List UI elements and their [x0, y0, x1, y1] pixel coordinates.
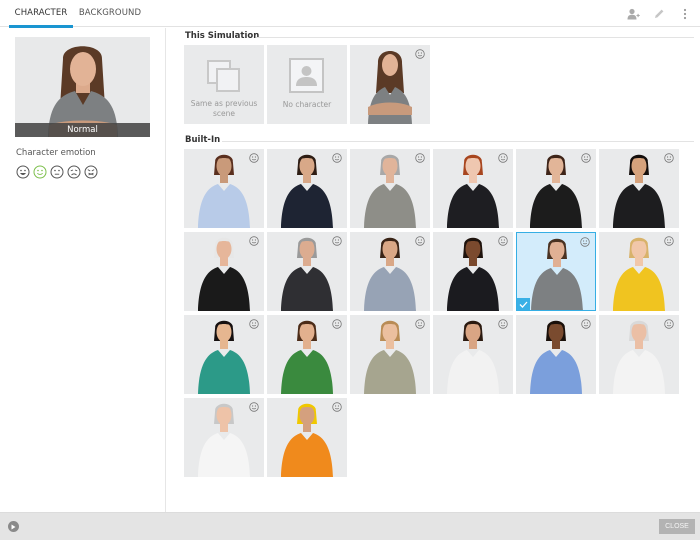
emotion-badge-icon: [415, 319, 425, 329]
character-card[interactable]: [516, 149, 596, 228]
character-card[interactable]: [433, 315, 513, 394]
character-picker-dialog: CHARACTER BACKGROUND Normal Character em…: [0, 0, 700, 540]
character-card[interactable]: [184, 315, 264, 394]
emotion-badge-icon: [249, 402, 259, 412]
character-card[interactable]: [184, 232, 264, 311]
character-card[interactable]: [599, 149, 679, 228]
same-as-previous-scene-card[interactable]: Same as previous scene: [184, 45, 264, 124]
emotion-badge-icon: [415, 236, 425, 246]
character-emotion-label: Character emotion: [16, 148, 96, 158]
emotion-badge-icon: [581, 153, 591, 163]
character-preview-image: [48, 46, 118, 137]
character-card[interactable]: [267, 149, 347, 228]
character-card[interactable]: [599, 315, 679, 394]
character-card[interactable]: [350, 232, 430, 311]
emotion-badge-icon: [580, 237, 590, 247]
emotion-angry-icon[interactable]: [84, 165, 98, 179]
emotion-badge-icon: [498, 236, 508, 246]
emotion-happy-icon[interactable]: [16, 165, 30, 179]
close-button[interactable]: CLOSE: [659, 519, 695, 534]
character-card[interactable]: [267, 398, 347, 477]
left-panel: Normal Character emotion: [0, 28, 166, 512]
no-character-icon: [289, 58, 324, 93]
character-card[interactable]: [516, 315, 596, 394]
current-character-card[interactable]: [350, 45, 430, 124]
emotion-badge-icon: [332, 153, 342, 163]
character-card[interactable]: [433, 232, 513, 311]
play-preview-button[interactable]: [8, 521, 19, 532]
same-as-previous-label: Same as previous scene: [190, 99, 258, 118]
emotion-badge-icon: [415, 153, 425, 163]
emotion-badge-icon: [664, 319, 674, 329]
character-card[interactable]: [184, 149, 264, 228]
emotion-content-icon[interactable]: [33, 165, 47, 179]
character-card[interactable]: [184, 398, 264, 477]
character-card[interactable]: [433, 149, 513, 228]
character-card[interactable]: [350, 315, 430, 394]
character-card[interactable]: [516, 232, 596, 311]
emotion-badge-icon: [664, 153, 674, 163]
character-card[interactable]: [267, 315, 347, 394]
emotion-badge-icon: [332, 402, 342, 412]
tab-background[interactable]: BACKGROUND: [78, 0, 142, 27]
character-preview: Normal: [15, 37, 150, 137]
emotion-concerned-icon[interactable]: [67, 165, 81, 179]
emotion-badge-icon: [249, 236, 259, 246]
tab-character[interactable]: CHARACTER: [9, 0, 73, 28]
section-divider: [256, 37, 694, 38]
character-card[interactable]: [267, 232, 347, 311]
section-divider: [222, 141, 694, 142]
emotion-badge-icon: [249, 153, 259, 163]
top-tab-bar: CHARACTER BACKGROUND: [0, 0, 700, 28]
no-character-card[interactable]: No character: [267, 45, 347, 124]
character-card[interactable]: [350, 149, 430, 228]
more-vertical-icon[interactable]: [678, 7, 692, 21]
emotion-badge-icon: [332, 319, 342, 329]
emotion-badge-icon: [581, 319, 591, 329]
no-character-label: No character: [282, 100, 332, 109]
emotion-badge-icon: [249, 319, 259, 329]
emotion-badge-icon: [332, 236, 342, 246]
edit-pencil-icon[interactable]: [652, 7, 666, 21]
emotion-badge-icon: [415, 49, 425, 59]
built-in-heading: Built-In: [185, 135, 221, 145]
emotion-neutral-icon[interactable]: [50, 165, 64, 179]
bottom-bar: CLOSE: [0, 512, 700, 540]
selected-checkmark-icon: [517, 298, 530, 310]
character-card[interactable]: [599, 232, 679, 311]
emotion-selector: [16, 165, 98, 179]
emotion-name-label: Normal: [15, 123, 150, 137]
add-user-icon[interactable]: [626, 7, 640, 21]
emotion-badge-icon: [498, 319, 508, 329]
play-icon: [11, 524, 16, 529]
emotion-badge-icon: [664, 236, 674, 246]
this-simulation-heading: This Simulation: [185, 31, 260, 41]
emotion-badge-icon: [498, 153, 508, 163]
toolbar-icons: [626, 6, 692, 22]
